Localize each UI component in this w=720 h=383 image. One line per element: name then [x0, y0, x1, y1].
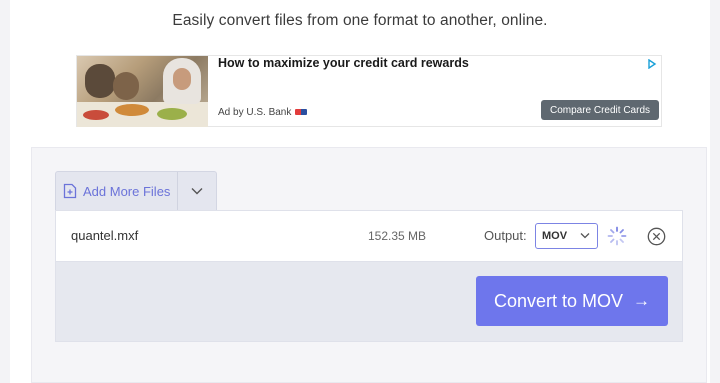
add-files-dropdown-button[interactable]: [178, 172, 216, 210]
advertiser-logo-icon: [295, 109, 308, 116]
ad-banner[interactable]: How to maximize your credit card rewards…: [76, 55, 662, 127]
convert-button[interactable]: Convert to MOV →: [476, 276, 668, 326]
file-name: quantel.mxf: [71, 228, 139, 243]
arrow-right-icon: →: [633, 291, 651, 310]
file-size: 152.35 MB: [368, 229, 427, 243]
add-more-files-label: Add More Files: [83, 183, 171, 199]
settings-spinner-icon[interactable]: [607, 226, 627, 246]
remove-file-icon[interactable]: [647, 227, 666, 246]
output-format-select[interactable]: MOV: [535, 223, 598, 249]
convert-button-label: Convert to MOV: [493, 290, 624, 311]
ad-title[interactable]: How to maximize your credit card rewards: [218, 56, 469, 70]
page-tagline: Easily convert files from one format to …: [172, 12, 548, 29]
output-label: Output:: [484, 228, 527, 243]
chevron-down-icon: [191, 188, 203, 195]
compare-credit-cards-button[interactable]: Compare Credit Cards: [541, 100, 659, 120]
ad-advertiser-label: Ad by U.S. Bank: [218, 107, 292, 118]
add-more-files-button[interactable]: Add More Files: [56, 172, 178, 210]
file-row: quantel.mxf 152.35 MB Output: MOV: [55, 210, 683, 262]
chevron-down-icon: [580, 233, 590, 239]
ad-advertiser: Ad by U.S. Bank: [218, 107, 308, 118]
add-files-toolbar: Add More Files: [55, 171, 217, 211]
ad-image[interactable]: [77, 56, 208, 127]
add-file-icon: [63, 183, 77, 199]
output-format-value: MOV: [542, 230, 568, 242]
action-area: Convert to MOV →: [55, 262, 683, 342]
ad-choices-icon[interactable]: [647, 59, 657, 69]
